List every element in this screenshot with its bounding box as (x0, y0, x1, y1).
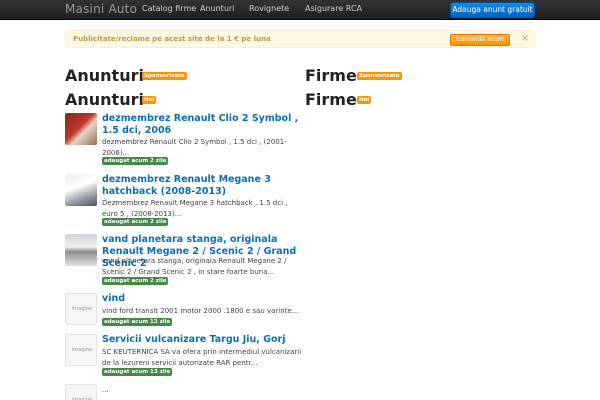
listing-title[interactable]: dezmembrez Renault Clio 2 Symbol , 1.5 d… (102, 113, 302, 137)
nav-anunturi[interactable]: Anunturi (200, 4, 234, 13)
badge-new: Noi (142, 96, 157, 104)
listing-item[interactable]: dezmembrez Renault Clio 2 Symbol , 1.5 d… (65, 113, 298, 168)
listing-added-badge: adaugat acum 2 zile (102, 277, 169, 285)
badge-sponsored: Sponsorizate (142, 72, 187, 80)
heading-anunturi-sponsored: Anunturi (65, 66, 144, 85)
listing-title[interactable]: vind (102, 293, 302, 305)
placeholder-label: imagine (71, 347, 93, 353)
badge-new: Noi (357, 96, 372, 104)
nav-asigurare-rca[interactable]: Asigurare RCA (305, 4, 362, 13)
nav-catalog-firme[interactable]: Catalog firme (142, 4, 196, 13)
listing-title[interactable]: Servicii vulcanizare Targu Jiu, Gorj (102, 334, 302, 346)
listing-added-badge: adaugat acum 13 zile (102, 368, 173, 376)
listing-description: dezmembrez Renault Clio 2 Symbol , 1.5 d… (102, 138, 287, 157)
top-navbar: Masini Auto Catalog firme Anunturi Rovig… (0, 0, 600, 20)
listing-added-badge: adaugat acum 2 zile (102, 157, 169, 165)
listing-item[interactable]: imagine ... (65, 384, 295, 400)
listing-added-badge: adaugat acum 2 zile (102, 218, 169, 226)
listing-description: Dezmembrez Renault Megane 3 hatchback , … (102, 199, 288, 218)
listing-thumbnail[interactable] (65, 174, 97, 206)
listing-description: SC KEUTERNICA SA va ofera prin intermedi… (102, 348, 302, 367)
advertising-alert: Publicitate/reclame pe acest site de la … (65, 30, 535, 48)
heading-firme-new: Firme (305, 90, 357, 109)
listing-item[interactable]: vand planetara stanga, originala Renault… (65, 234, 296, 289)
listing-item[interactable]: imagine vind vind ford transit 2001 moto… (65, 293, 298, 328)
listing-thumbnail[interactable]: imagine (65, 384, 97, 400)
brand-logo[interactable]: Masini Auto (65, 2, 137, 16)
heading-firme-sponsored: Firme (305, 66, 357, 85)
add-free-ad-button[interactable]: Adauga anunt gratuit (450, 2, 535, 18)
order-now-button[interactable]: Comanda acum (450, 34, 510, 46)
placeholder-label: imagine (71, 306, 93, 312)
listing-item[interactable]: dezmembrez Renault Megane 3 hatchback (2… (65, 174, 295, 229)
listing-thumbnail[interactable]: imagine (65, 293, 97, 325)
heading-anunturi-new: Anunturi (65, 90, 144, 109)
listing-description: ... (102, 386, 109, 394)
alert-text: Publicitate/reclame pe acest site de la … (73, 35, 271, 43)
listing-title[interactable]: dezmembrez Renault Megane 3 hatchback (2… (102, 174, 302, 198)
listing-thumbnail[interactable] (65, 113, 97, 145)
badge-sponsored: Sponsorizate (357, 72, 402, 80)
close-icon[interactable]: × (521, 33, 529, 45)
listing-description: vind ford transit 2001 motor 2000 .1800 … (102, 307, 299, 315)
nav-rovignete[interactable]: Rovignete (249, 4, 289, 13)
listing-thumbnail[interactable]: imagine (65, 334, 97, 366)
listing-added-badge: adaugat acum 12 zile (102, 318, 173, 326)
listing-description: vand planetara stanga, originala Renault… (102, 257, 287, 276)
listing-thumbnail[interactable] (65, 234, 97, 266)
listing-item[interactable]: imagine Servicii vulcanizare Targu Jiu, … (65, 334, 301, 379)
